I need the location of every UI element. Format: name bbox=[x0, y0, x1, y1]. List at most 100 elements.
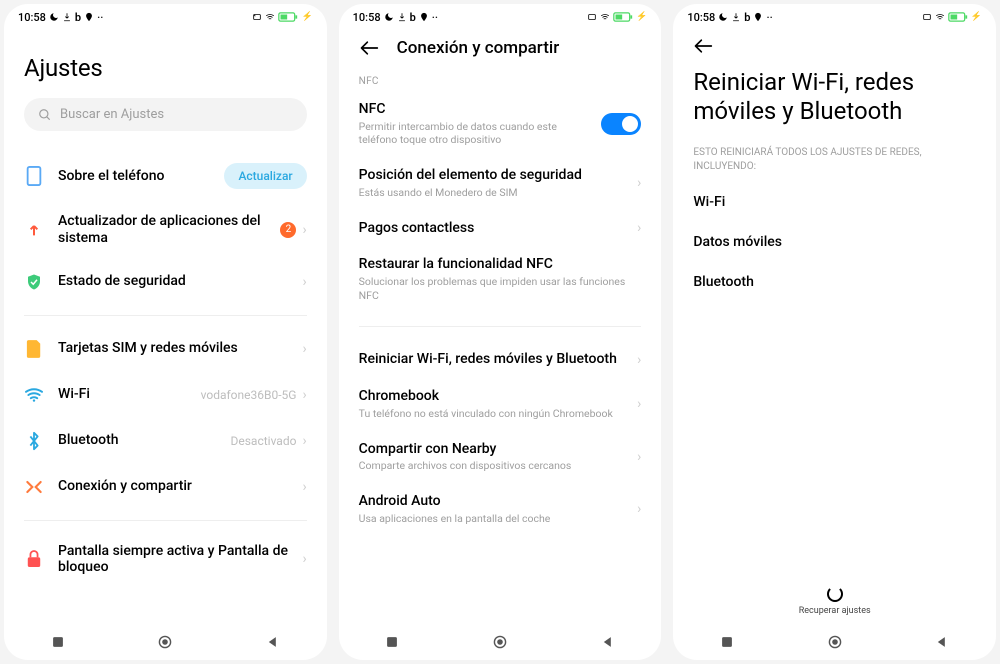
row-contactless[interactable]: Pagos contactless › bbox=[359, 210, 642, 247]
nfc-toggle[interactable] bbox=[601, 113, 641, 135]
row-label: Restaurar la funcionalidad NFC bbox=[359, 256, 642, 273]
status-time: 10:58 bbox=[18, 11, 46, 24]
row-label: Estado de seguridad bbox=[58, 273, 288, 290]
nav-home-icon[interactable] bbox=[828, 635, 842, 649]
divider bbox=[24, 520, 307, 521]
moon-icon bbox=[718, 12, 728, 22]
reset-item-bluetooth: Bluetooth bbox=[693, 262, 976, 302]
download-icon bbox=[731, 12, 741, 22]
row-chromebook[interactable]: Chromebook Tu teléfono no está vinculado… bbox=[359, 378, 642, 430]
nav-recent-icon[interactable] bbox=[720, 635, 734, 649]
update-pill[interactable]: Actualizar bbox=[224, 163, 306, 189]
location-icon bbox=[84, 12, 94, 22]
more-icon: ·· bbox=[97, 11, 103, 24]
row-security-element[interactable]: Posición del elemento de seguridad Estás… bbox=[359, 157, 642, 209]
nav-bar bbox=[673, 628, 996, 660]
chevron-right-icon: › bbox=[637, 175, 641, 191]
more-icon: ·· bbox=[766, 11, 772, 24]
more-icon: ·· bbox=[432, 11, 438, 24]
row-nearby-share[interactable]: Compartir con Nearby Comparte archivos c… bbox=[359, 431, 642, 483]
header-title: Conexión y compartir bbox=[397, 38, 560, 58]
nav-back-icon[interactable] bbox=[266, 635, 280, 649]
moon-icon bbox=[384, 12, 394, 22]
divider bbox=[24, 315, 307, 316]
reset-button[interactable]: Recuperar ajustes bbox=[673, 586, 996, 616]
page-title: Reiniciar Wi-Fi, redes móviles y Bluetoo… bbox=[693, 68, 976, 126]
row-subtitle: Estás usando el Monedero de SIM bbox=[359, 186, 627, 200]
row-lockscreen[interactable]: Pantalla siempre activa y Pantalla de bl… bbox=[24, 531, 307, 589]
nav-recent-icon[interactable] bbox=[385, 635, 399, 649]
share-icon bbox=[24, 478, 44, 496]
row-wifi[interactable]: Wi-Fi vodafone36B0-5G › bbox=[24, 372, 307, 418]
row-label: Actualizador de aplicaciones del sistema bbox=[58, 213, 266, 247]
spinner-icon bbox=[827, 586, 843, 602]
row-label: Tarjetas SIM y redes móviles bbox=[58, 340, 288, 357]
row-android-auto[interactable]: Android Auto Usa aplicaciones en la pant… bbox=[359, 483, 642, 535]
row-label: Pantalla siempre activa y Pantalla de bl… bbox=[58, 543, 288, 577]
row-nfc[interactable]: NFC Permitir intercambio de datos cuando… bbox=[359, 91, 642, 157]
back-arrow-icon[interactable] bbox=[359, 40, 379, 56]
reset-button-label: Recuperar ajustes bbox=[799, 606, 871, 616]
shield-icon bbox=[25, 272, 43, 292]
row-reset-networks[interactable]: Reiniciar Wi-Fi, redes móviles y Bluetoo… bbox=[359, 341, 642, 378]
chevron-right-icon: › bbox=[302, 341, 306, 357]
chevron-right-icon: › bbox=[637, 449, 641, 465]
row-label: Chromebook bbox=[359, 388, 627, 405]
charging-icon: ⚡ bbox=[301, 12, 312, 22]
row-sim[interactable]: Tarjetas SIM y redes móviles › bbox=[24, 326, 307, 372]
bluetooth-value: Desactivado bbox=[231, 434, 297, 448]
nav-back-icon[interactable] bbox=[935, 635, 949, 649]
status-bar: 10:58 b ·· ⚡ bbox=[673, 4, 996, 26]
row-subtitle: Usa aplicaciones en la pantalla del coch… bbox=[359, 512, 627, 526]
reset-item-wifi: Wi-Fi bbox=[693, 182, 976, 222]
battery-icon bbox=[613, 12, 633, 22]
back-arrow-icon[interactable] bbox=[693, 38, 713, 54]
status-bar: 10:58 b ·· ⚡ bbox=[4, 4, 327, 26]
moon-icon bbox=[49, 12, 59, 22]
status-bar: 10:58 b ·· ⚡ bbox=[339, 4, 662, 26]
search-icon bbox=[38, 108, 52, 122]
row-label: Reiniciar Wi-Fi, redes móviles y Bluetoo… bbox=[359, 351, 627, 368]
chevron-right-icon: › bbox=[637, 352, 641, 368]
row-subtitle: Solucionar los problemas que impiden usa… bbox=[359, 275, 642, 302]
row-security-status[interactable]: Estado de seguridad › bbox=[24, 259, 307, 305]
nav-home-icon[interactable] bbox=[493, 635, 507, 649]
row-bluetooth[interactable]: Bluetooth Desactivado › bbox=[24, 418, 307, 464]
phone-icon bbox=[26, 166, 42, 186]
chevron-right-icon: › bbox=[302, 387, 306, 403]
status-time: 10:58 bbox=[353, 11, 381, 24]
notification-badge: 2 bbox=[280, 222, 296, 238]
nav-bar bbox=[339, 628, 662, 660]
sim-icon bbox=[252, 12, 262, 22]
battery-icon bbox=[948, 12, 968, 22]
page-title: Ajustes bbox=[24, 54, 307, 82]
row-label: Sobre el teléfono bbox=[58, 168, 210, 185]
search-input[interactable]: Buscar en Ajustes bbox=[24, 98, 307, 131]
page-subtitle: ESTO REINICIARÁ TODOS LOS AJUSTES DE RED… bbox=[693, 146, 976, 174]
download-icon bbox=[397, 12, 407, 22]
reset-item-mobile: Datos móviles bbox=[693, 222, 976, 262]
row-about-phone[interactable]: Sobre el teléfono Actualizar bbox=[24, 151, 307, 201]
search-placeholder: Buscar en Ajustes bbox=[60, 107, 164, 122]
nav-recent-icon[interactable] bbox=[51, 635, 65, 649]
row-system-updater[interactable]: Actualizador de aplicaciones del sistema… bbox=[24, 201, 307, 259]
wifi-icon bbox=[24, 387, 44, 403]
nav-back-icon[interactable] bbox=[601, 635, 615, 649]
row-label: Posición del elemento de seguridad bbox=[359, 167, 627, 184]
wifi-icon bbox=[265, 12, 275, 22]
download-icon bbox=[62, 12, 72, 22]
sim-icon bbox=[587, 12, 597, 22]
wifi-icon bbox=[935, 12, 945, 22]
nav-home-icon[interactable] bbox=[158, 635, 172, 649]
chevron-right-icon: › bbox=[302, 479, 306, 495]
phone-screen-connection: 10:58 b ·· ⚡ Conexión y compartir NFC NF… bbox=[339, 4, 662, 660]
wifi-value: vodafone36B0-5G bbox=[201, 388, 297, 402]
row-restore-nfc[interactable]: Restaurar la funcionalidad NFC Soluciona… bbox=[359, 246, 642, 312]
row-label: Android Auto bbox=[359, 493, 627, 510]
letter-b-icon: b bbox=[75, 11, 81, 24]
row-subtitle: Tu teléfono no está vinculado con ningún… bbox=[359, 407, 627, 421]
location-icon bbox=[753, 12, 763, 22]
row-connection-sharing[interactable]: Conexión y compartir › bbox=[24, 464, 307, 510]
lock-icon bbox=[26, 550, 42, 568]
wifi-icon bbox=[600, 12, 610, 22]
